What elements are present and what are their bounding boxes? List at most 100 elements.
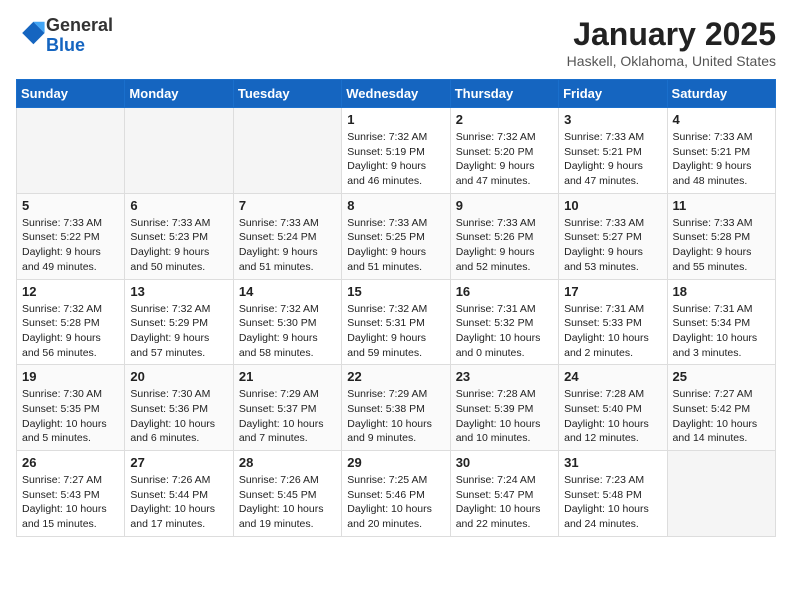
calendar-cell [667,451,775,537]
sunrise-label: Sunrise: 7:31 AM [673,303,753,315]
calendar-cell: 16 Sunrise: 7:31 AM Sunset: 5:32 PM Dayl… [450,279,558,365]
calendar-week-row: 1 Sunrise: 7:32 AM Sunset: 5:19 PM Dayli… [17,108,776,194]
logo-text: General Blue [46,16,113,56]
daylight-label: Daylight: 10 hours and 15 minutes. [22,503,107,530]
logo-icon [18,19,46,47]
sunrise-label: Sunrise: 7:33 AM [564,217,644,229]
calendar-cell: 10 Sunrise: 7:33 AM Sunset: 5:27 PM Dayl… [559,193,667,279]
daylight-label: Daylight: 10 hours and 24 minutes. [564,503,649,530]
daylight-label: Daylight: 9 hours and 48 minutes. [673,160,752,187]
cell-info: Sunrise: 7:31 AM Sunset: 5:32 PM Dayligh… [456,302,553,361]
sunset-label: Sunset: 5:29 PM [130,317,208,329]
calendar-week-row: 19 Sunrise: 7:30 AM Sunset: 5:35 PM Dayl… [17,365,776,451]
daylight-label: Daylight: 10 hours and 9 minutes. [347,418,432,445]
sunset-label: Sunset: 5:28 PM [673,231,751,243]
calendar-cell: 22 Sunrise: 7:29 AM Sunset: 5:38 PM Dayl… [342,365,450,451]
sunrise-label: Sunrise: 7:33 AM [673,217,753,229]
calendar-cell: 12 Sunrise: 7:32 AM Sunset: 5:28 PM Dayl… [17,279,125,365]
calendar-cell: 28 Sunrise: 7:26 AM Sunset: 5:45 PM Dayl… [233,451,341,537]
sunset-label: Sunset: 5:47 PM [456,489,534,501]
daylight-label: Daylight: 9 hours and 57 minutes. [130,332,209,359]
calendar-cell: 29 Sunrise: 7:25 AM Sunset: 5:46 PM Dayl… [342,451,450,537]
cell-info: Sunrise: 7:33 AM Sunset: 5:23 PM Dayligh… [130,216,227,275]
title-block: January 2025 Haskell, Oklahoma, United S… [567,16,776,69]
daylight-label: Daylight: 9 hours and 47 minutes. [456,160,535,187]
weekday-header-monday: Monday [125,80,233,108]
cell-info: Sunrise: 7:32 AM Sunset: 5:19 PM Dayligh… [347,130,444,189]
sunset-label: Sunset: 5:19 PM [347,146,425,158]
sunset-label: Sunset: 5:34 PM [673,317,751,329]
calendar-cell: 30 Sunrise: 7:24 AM Sunset: 5:47 PM Dayl… [450,451,558,537]
cell-info: Sunrise: 7:27 AM Sunset: 5:42 PM Dayligh… [673,387,770,446]
cell-info: Sunrise: 7:33 AM Sunset: 5:25 PM Dayligh… [347,216,444,275]
sunset-label: Sunset: 5:33 PM [564,317,642,329]
sunset-label: Sunset: 5:27 PM [564,231,642,243]
sunset-label: Sunset: 5:40 PM [564,403,642,415]
daylight-label: Daylight: 9 hours and 53 minutes. [564,246,643,273]
daylight-label: Daylight: 9 hours and 51 minutes. [347,246,426,273]
day-number: 2 [456,112,553,127]
calendar-cell: 2 Sunrise: 7:32 AM Sunset: 5:20 PM Dayli… [450,108,558,194]
sunrise-label: Sunrise: 7:32 AM [239,303,319,315]
sunset-label: Sunset: 5:20 PM [456,146,534,158]
daylight-label: Daylight: 10 hours and 7 minutes. [239,418,324,445]
cell-info: Sunrise: 7:28 AM Sunset: 5:40 PM Dayligh… [564,387,661,446]
cell-info: Sunrise: 7:32 AM Sunset: 5:20 PM Dayligh… [456,130,553,189]
calendar-cell [17,108,125,194]
sunrise-label: Sunrise: 7:26 AM [239,474,319,486]
sunset-label: Sunset: 5:21 PM [673,146,751,158]
page-header: General Blue January 2025 Haskell, Oklah… [16,16,776,69]
calendar-cell: 19 Sunrise: 7:30 AM Sunset: 5:35 PM Dayl… [17,365,125,451]
sunrise-label: Sunrise: 7:24 AM [456,474,536,486]
cell-info: Sunrise: 7:33 AM Sunset: 5:28 PM Dayligh… [673,216,770,275]
cell-info: Sunrise: 7:33 AM Sunset: 5:26 PM Dayligh… [456,216,553,275]
logo: General Blue [16,16,113,56]
calendar-table: SundayMondayTuesdayWednesdayThursdayFrid… [16,79,776,537]
calendar-cell: 18 Sunrise: 7:31 AM Sunset: 5:34 PM Dayl… [667,279,775,365]
cell-info: Sunrise: 7:29 AM Sunset: 5:38 PM Dayligh… [347,387,444,446]
sunset-label: Sunset: 5:30 PM [239,317,317,329]
daylight-label: Daylight: 10 hours and 6 minutes. [130,418,215,445]
day-number: 4 [673,112,770,127]
sunset-label: Sunset: 5:44 PM [130,489,208,501]
calendar-cell: 31 Sunrise: 7:23 AM Sunset: 5:48 PM Dayl… [559,451,667,537]
daylight-label: Daylight: 9 hours and 55 minutes. [673,246,752,273]
sunrise-label: Sunrise: 7:29 AM [239,388,319,400]
month-title: January 2025 [567,16,776,53]
sunset-label: Sunset: 5:35 PM [22,403,100,415]
sunrise-label: Sunrise: 7:26 AM [130,474,210,486]
cell-info: Sunrise: 7:29 AM Sunset: 5:37 PM Dayligh… [239,387,336,446]
sunrise-label: Sunrise: 7:33 AM [347,217,427,229]
sunset-label: Sunset: 5:37 PM [239,403,317,415]
sunrise-label: Sunrise: 7:27 AM [22,474,102,486]
daylight-label: Daylight: 10 hours and 17 minutes. [130,503,215,530]
day-number: 14 [239,284,336,299]
sunset-label: Sunset: 5:36 PM [130,403,208,415]
daylight-label: Daylight: 9 hours and 51 minutes. [239,246,318,273]
calendar-cell: 14 Sunrise: 7:32 AM Sunset: 5:30 PM Dayl… [233,279,341,365]
sunset-label: Sunset: 5:23 PM [130,231,208,243]
calendar-week-row: 26 Sunrise: 7:27 AM Sunset: 5:43 PM Dayl… [17,451,776,537]
day-number: 1 [347,112,444,127]
calendar-cell [125,108,233,194]
day-number: 13 [130,284,227,299]
calendar-cell: 20 Sunrise: 7:30 AM Sunset: 5:36 PM Dayl… [125,365,233,451]
cell-info: Sunrise: 7:23 AM Sunset: 5:48 PM Dayligh… [564,473,661,532]
sunrise-label: Sunrise: 7:28 AM [456,388,536,400]
sunrise-label: Sunrise: 7:30 AM [22,388,102,400]
cell-info: Sunrise: 7:32 AM Sunset: 5:31 PM Dayligh… [347,302,444,361]
daylight-label: Daylight: 10 hours and 14 minutes. [673,418,758,445]
daylight-label: Daylight: 10 hours and 10 minutes. [456,418,541,445]
sunset-label: Sunset: 5:24 PM [239,231,317,243]
sunrise-label: Sunrise: 7:23 AM [564,474,644,486]
cell-info: Sunrise: 7:27 AM Sunset: 5:43 PM Dayligh… [22,473,119,532]
day-number: 9 [456,198,553,213]
sunset-label: Sunset: 5:38 PM [347,403,425,415]
day-number: 12 [22,284,119,299]
location: Haskell, Oklahoma, United States [567,53,776,69]
calendar-cell [233,108,341,194]
calendar-cell: 3 Sunrise: 7:33 AM Sunset: 5:21 PM Dayli… [559,108,667,194]
sunrise-label: Sunrise: 7:25 AM [347,474,427,486]
day-number: 11 [673,198,770,213]
calendar-cell: 23 Sunrise: 7:28 AM Sunset: 5:39 PM Dayl… [450,365,558,451]
